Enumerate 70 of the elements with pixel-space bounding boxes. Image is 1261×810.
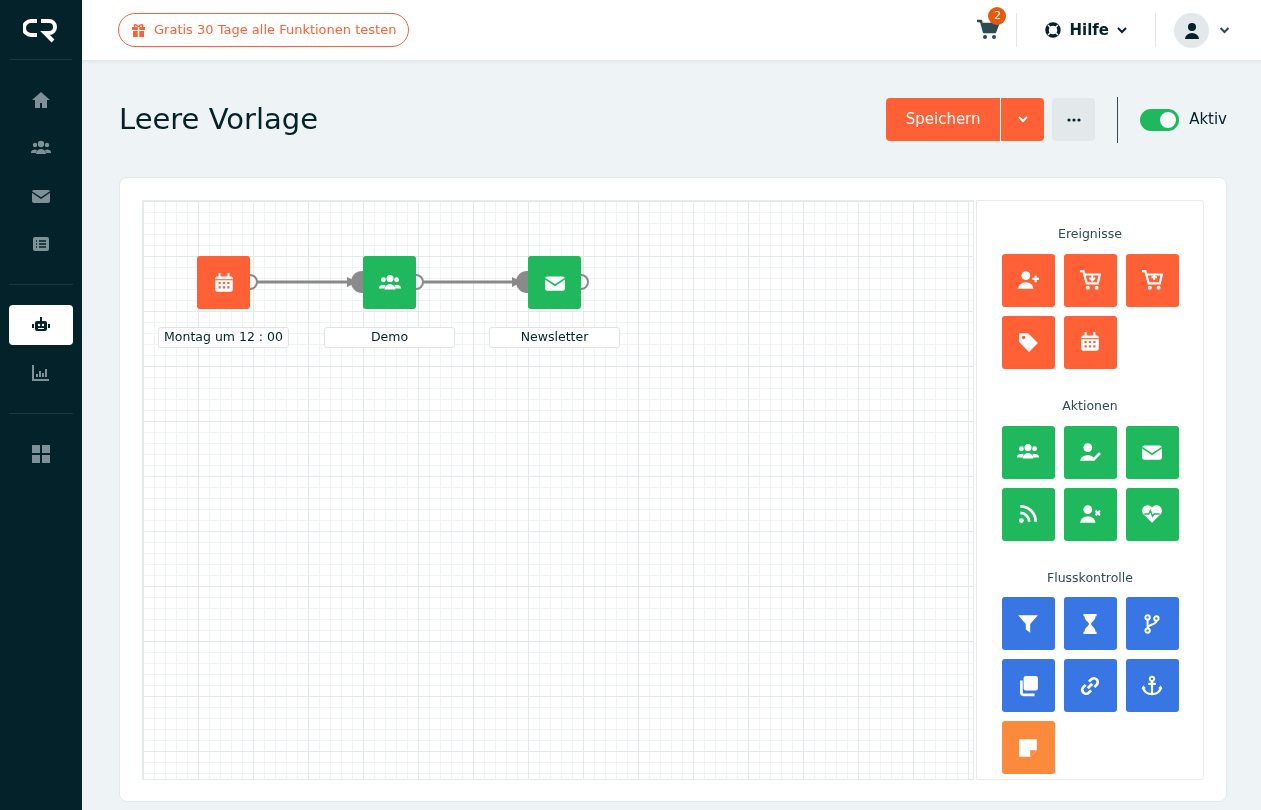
input-port[interactable] bbox=[351, 271, 363, 293]
chevron-down-icon bbox=[1117, 26, 1127, 34]
grid-icon bbox=[31, 444, 51, 464]
output-port[interactable] bbox=[250, 274, 258, 290]
palette-heading: Ereignisse bbox=[1058, 225, 1122, 243]
node-label: Newsletter bbox=[489, 327, 620, 348]
palette-tile[interactable] bbox=[1001, 659, 1055, 713]
lifebuoy-icon bbox=[1045, 22, 1062, 38]
palette-tile[interactable] bbox=[1125, 487, 1179, 541]
tag-icon bbox=[1017, 331, 1039, 354]
page-title: Leere Vorlage bbox=[119, 100, 319, 138]
help-menu[interactable]: Hilfe bbox=[1017, 18, 1155, 42]
anchor-icon bbox=[1141, 674, 1163, 697]
save-options-button[interactable] bbox=[1001, 98, 1045, 141]
palette-tile[interactable] bbox=[1001, 487, 1055, 541]
flow-node[interactable] bbox=[528, 256, 581, 309]
user-x-icon bbox=[1079, 503, 1101, 525]
palette-tile[interactable] bbox=[1125, 253, 1179, 307]
sticky-note-icon bbox=[1017, 736, 1039, 759]
list-icon bbox=[31, 234, 51, 254]
node-label: Demo bbox=[324, 327, 455, 348]
palette-heading: Flusskontrolle bbox=[1047, 568, 1133, 587]
input-port[interactable] bbox=[516, 271, 528, 293]
chevron-down-icon bbox=[1017, 116, 1028, 123]
save-button[interactable]: Speichern bbox=[886, 98, 1002, 141]
calendar-icon bbox=[1079, 331, 1101, 354]
palette-tile[interactable] bbox=[1001, 253, 1055, 307]
palette-tile[interactable] bbox=[1001, 315, 1055, 369]
palette-tile[interactable] bbox=[1063, 487, 1117, 541]
palette-tile[interactable] bbox=[1063, 425, 1117, 479]
logo-icon[interactable] bbox=[23, 16, 59, 43]
palette-tile[interactable] bbox=[1001, 597, 1055, 651]
palette-tile[interactable] bbox=[1001, 721, 1055, 775]
user-icon bbox=[1183, 21, 1200, 39]
link-icon bbox=[1079, 674, 1101, 697]
flow-node[interactable] bbox=[197, 256, 250, 309]
palette-tile[interactable] bbox=[1125, 425, 1179, 479]
cart-icon bbox=[1079, 269, 1101, 292]
palette-tile[interactable] bbox=[1063, 315, 1117, 369]
toggle-label: Aktiv bbox=[1189, 109, 1227, 131]
filter-icon bbox=[1017, 612, 1039, 635]
copy-icon bbox=[1017, 674, 1039, 697]
gift-icon bbox=[131, 23, 146, 37]
user-plus-icon bbox=[1017, 269, 1039, 292]
cart-icon[interactable] bbox=[976, 19, 1001, 41]
rss-icon bbox=[1017, 503, 1039, 525]
palette-tile[interactable] bbox=[1001, 425, 1055, 479]
palette-tile[interactable] bbox=[1125, 659, 1179, 713]
user-pen-icon bbox=[1079, 441, 1101, 463]
palette-tile[interactable] bbox=[1063, 659, 1117, 713]
chevron-down-icon[interactable] bbox=[1219, 26, 1230, 34]
cart-count-badge: 2 bbox=[988, 7, 1007, 25]
calendar-icon bbox=[212, 271, 235, 294]
cart-plus-icon bbox=[1141, 269, 1163, 292]
palette-tile[interactable] bbox=[1125, 597, 1179, 651]
active-toggle[interactable] bbox=[1140, 108, 1180, 131]
flow-node[interactable] bbox=[363, 256, 416, 309]
home-icon bbox=[31, 90, 51, 110]
more-icon bbox=[1066, 117, 1081, 122]
palette-tile[interactable] bbox=[1063, 253, 1117, 307]
node-label: Montag um 12 : 00 bbox=[158, 327, 289, 348]
user-avatar[interactable] bbox=[1174, 12, 1209, 48]
output-port[interactable] bbox=[581, 274, 589, 290]
palette-tile[interactable] bbox=[1063, 597, 1117, 651]
sidebar-item[interactable] bbox=[9, 305, 73, 345]
branch-icon bbox=[1141, 612, 1163, 635]
output-port[interactable] bbox=[416, 274, 424, 290]
bar-chart-icon bbox=[31, 363, 51, 383]
palette-heading: Aktionen bbox=[1062, 396, 1118, 415]
heart-pulse-icon bbox=[1141, 503, 1163, 525]
